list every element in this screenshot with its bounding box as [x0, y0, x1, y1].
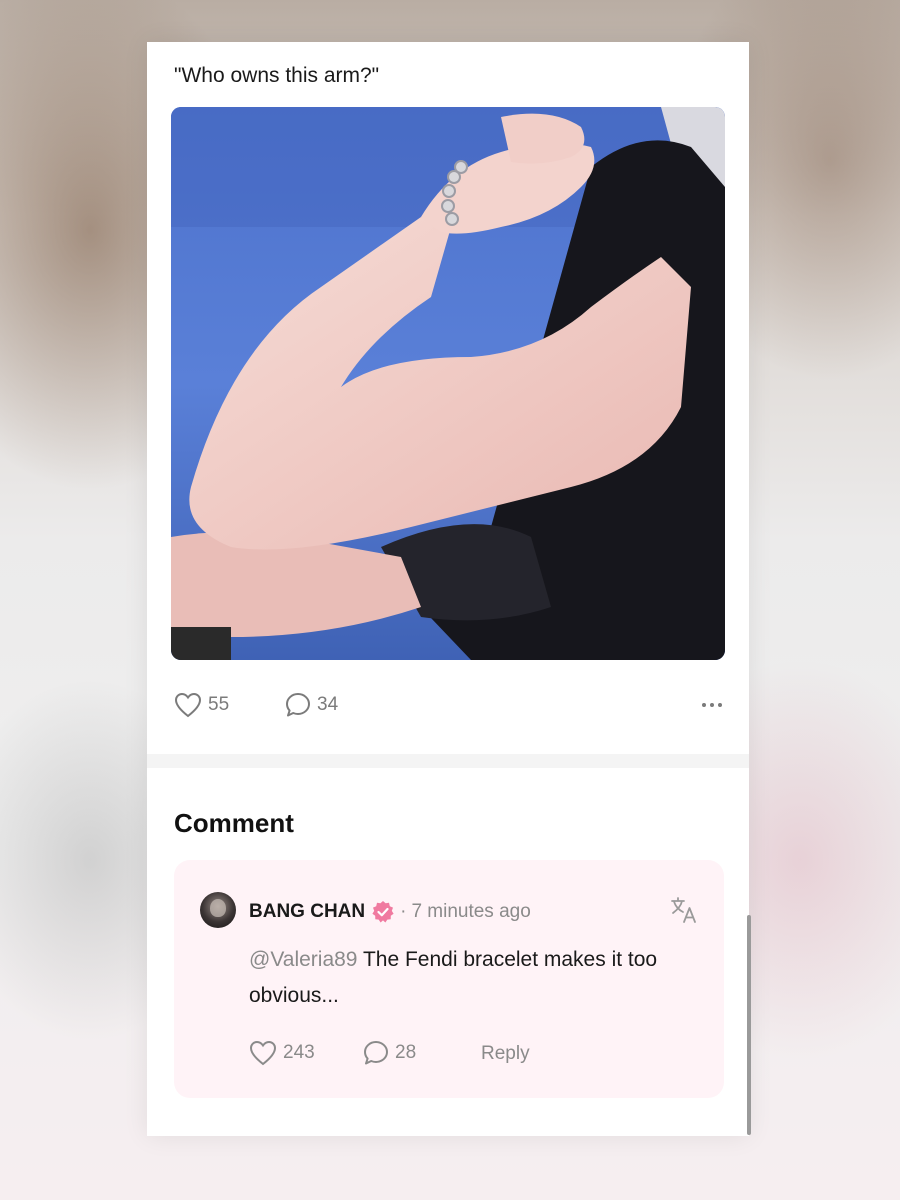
- section-divider: [147, 754, 749, 768]
- like-button[interactable]: 55: [174, 692, 229, 718]
- post-actions: 55 34: [174, 692, 722, 720]
- comment-section-title: Comment: [174, 808, 294, 838]
- comment-author[interactable]: BANG CHAN: [249, 901, 365, 923]
- separator-dot: ·: [400, 901, 407, 922]
- comment-like-count: 243: [283, 1042, 315, 1063]
- reply-button[interactable]: Reply: [481, 1043, 530, 1065]
- comment-reply-count: 28: [395, 1042, 417, 1063]
- comment-bubble-icon: [286, 693, 310, 717]
- scrollbar[interactable]: [747, 915, 751, 1135]
- heart-icon: [174, 692, 202, 718]
- more-options-icon[interactable]: [702, 694, 722, 716]
- heart-icon: [249, 1040, 277, 1066]
- comment-button[interactable]: 34: [285, 692, 338, 718]
- post-text: "Who owns this arm?": [174, 64, 380, 87]
- translate-icon[interactable]: [670, 896, 698, 929]
- comment-bubble-icon: [364, 1041, 388, 1065]
- comment-count: 34: [317, 694, 339, 715]
- comment-item: BANG CHAN · 7 minutes ago @Valeria89 The…: [174, 860, 724, 1098]
- comment-time: 7 minutes ago: [411, 901, 531, 922]
- comment-like-button[interactable]: 243: [249, 1040, 315, 1066]
- verified-badge-icon: [372, 901, 394, 923]
- comment-header: BANG CHAN · 7 minutes ago: [249, 900, 531, 924]
- post-card: "Who owns this arm?" 55 34 Comment BANG …: [147, 42, 749, 1136]
- post-image[interactable]: [171, 107, 725, 660]
- comment-body: @Valeria89 The Fendi bracelet makes it t…: [249, 942, 709, 1014]
- user-mention[interactable]: @Valeria89: [249, 948, 358, 971]
- comment-reply-count-button[interactable]: 28: [363, 1040, 416, 1066]
- comment-actions: 243 28 Reply: [249, 1040, 569, 1068]
- avatar[interactable]: [200, 892, 236, 928]
- like-count: 55: [208, 694, 230, 715]
